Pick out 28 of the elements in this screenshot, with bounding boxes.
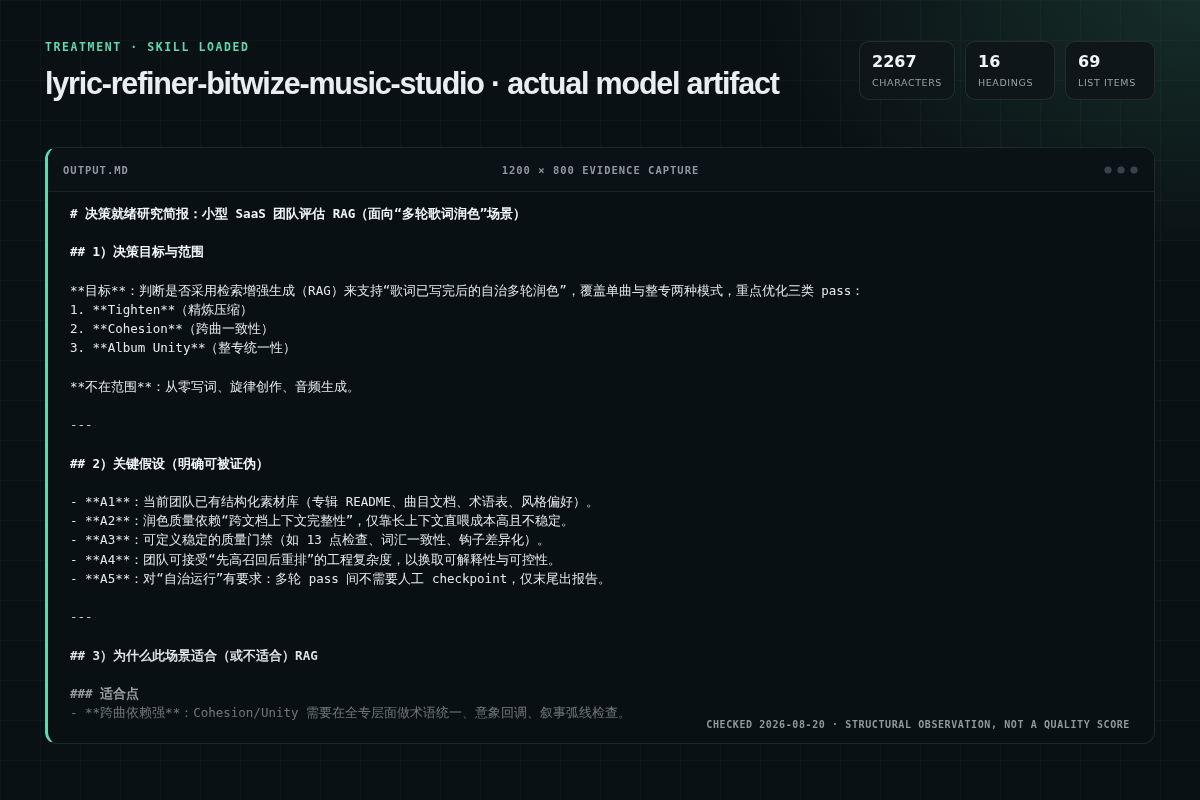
markdown-line: - **A2**：润色质量依赖“跨文档上下文完整性”，仅靠长上下文直喂成本高且不稳定。 bbox=[70, 512, 575, 531]
stat-value: 16 bbox=[978, 52, 1002, 72]
markdown-line: 1. **Tighten**（精炼压缩） bbox=[70, 301, 254, 319]
markdown-rule: --- bbox=[70, 416, 93, 435]
markdown-heading: # 决策就绪研究简报：小型 SaaS 团队评估 RAG（面向“多轮歌词润色”场景） bbox=[70, 205, 527, 223]
dots-icon bbox=[1104, 165, 1138, 174]
eyebrow-label: TREATMENT · SKILL LOADED bbox=[45, 40, 250, 54]
stat-label: LIST ITEMS bbox=[1078, 76, 1137, 90]
markdown-line: **不在范围**：从零写词、旋律创作、音频生成。 bbox=[70, 377, 361, 396]
page-title: lyric-refiner-bitwize-music-studio · actual model artifact bbox=[45, 65, 779, 101]
markdown-line: - **A4**：团队可接受“先高召回后重排”的工程复杂度，以换取可解释性与可控性。 bbox=[70, 550, 562, 569]
markdown-heading: ## 2）关键假设（明确可被证伪） bbox=[70, 454, 270, 473]
markdown-line: - **A3**：可定义稳定的质量门禁（如 13 点检查、词汇一致性、钩子差异化）。 bbox=[70, 531, 551, 550]
markdown-line: 2. **Cohesion**（跨曲一致性） bbox=[70, 320, 274, 339]
markdown-heading: ## 3）为什么此场景适合（或不适合）RAG bbox=[70, 646, 318, 665]
stat-label: CHARACTERS bbox=[872, 76, 942, 90]
markdown-heading: ### 适合点 bbox=[70, 684, 140, 703]
capture-label: 1200 × 800 EVIDENCE CAPTURE bbox=[501, 163, 700, 176]
file-name-label: OUTPUT.MD bbox=[63, 163, 129, 176]
markdown-heading: ## 1）决策目标与范围 bbox=[70, 243, 205, 262]
markdown-line: - **A5**：对“自治运行”有要求：多轮 pass 间不需要人工 checkpoint，仅末尾出报告。 bbox=[70, 569, 612, 588]
stat-label: HEADINGS bbox=[978, 76, 1035, 90]
markdown-line: **目标**：判断是否采用检索增强生成（RAG）来支持“歌词已写完后的自治多轮润色”，覆盖单曲与整专两种模式，重点优化三类 pass： bbox=[70, 281, 865, 300]
stat-value: 69 bbox=[1078, 52, 1102, 72]
markdown-line: 3. **Album Unity**（整专统一性） bbox=[70, 339, 297, 358]
markdown-rule: --- bbox=[70, 608, 93, 627]
stat-value: 2267 bbox=[872, 52, 918, 72]
markdown-line: - **A1**：当前团队已有结构化素材库（专辑 README、曲目文档、术语表、风格偏好）。 bbox=[70, 492, 599, 511]
